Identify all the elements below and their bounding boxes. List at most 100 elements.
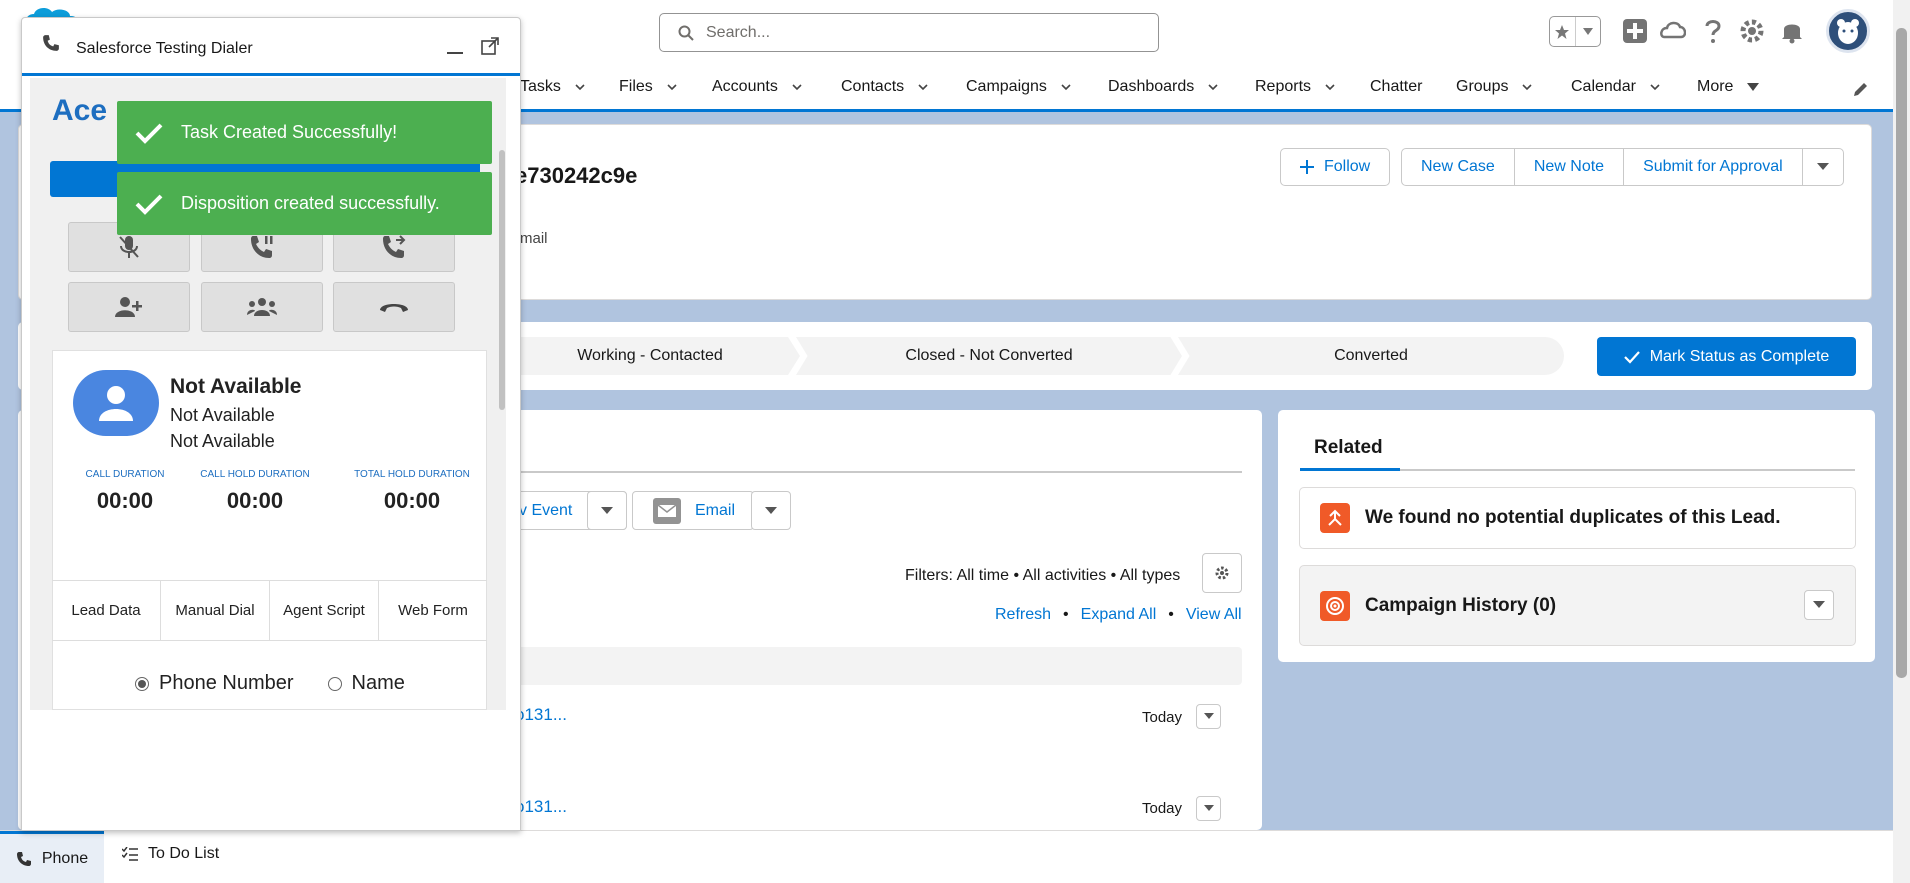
expand-all-link[interactable]: Expand All [1081, 606, 1157, 624]
phone-number-radio[interactable] [135, 676, 149, 691]
star-icon[interactable] [1550, 17, 1576, 46]
nav-label: Files [619, 78, 653, 95]
setup-gear-icon[interactable] [1737, 16, 1767, 46]
separator-dot: • [1168, 606, 1174, 623]
path-step-working[interactable]: Working - Contacted [500, 337, 800, 375]
new-case-button[interactable]: New Case [1401, 148, 1515, 186]
mark-complete-label: Mark Status as Complete [1649, 347, 1830, 365]
caret-down-icon [601, 506, 613, 514]
gear-icon [1215, 566, 1229, 580]
name-radio[interactable] [327, 676, 342, 691]
name-radio-label: Name [351, 672, 405, 694]
utility-phone-label: Phone [41, 849, 89, 867]
nav-item-more[interactable]: More [1697, 78, 1760, 96]
dialer-tabs: Lead Data Manual Dial Agent Script Web F… [52, 580, 487, 641]
nav-label: Accounts [712, 78, 778, 95]
nav-item-contacts[interactable]: Contacts [841, 78, 928, 96]
edit-nav-pencil-icon[interactable] [1852, 80, 1870, 103]
nav-item-groups[interactable]: Groups [1456, 78, 1533, 96]
campaign-target-icon [1320, 590, 1350, 621]
activity-row-link[interactable]: o131... [515, 797, 567, 817]
caret-down-icon [1813, 601, 1825, 608]
event-menu-button[interactable] [587, 491, 627, 530]
nav-item-calendar[interactable]: Calendar [1571, 78, 1660, 96]
activity-row-menu-button[interactable] [1196, 796, 1221, 821]
campaign-history-menu-button[interactable] [1804, 590, 1834, 620]
utility-phone-tab[interactable]: Phone [0, 831, 104, 883]
utility-todo-tab[interactable]: To Do List [122, 845, 219, 863]
duplicate-rule-icon [1320, 503, 1350, 533]
global-search-input[interactable]: Search... [659, 13, 1159, 52]
activity-row-menu-button[interactable] [1196, 704, 1221, 729]
view-all-link[interactable]: View All [1186, 606, 1242, 624]
minimize-icon[interactable] [447, 52, 463, 54]
agent-status: Not Available [170, 375, 302, 398]
toast-disposition-created: Disposition created successfully. [117, 172, 492, 235]
tab-web-form[interactable]: Web Form [379, 581, 487, 640]
nav-item-reports[interactable]: Reports [1255, 78, 1335, 96]
path-step-closed-not-converted[interactable]: Closed - Not Converted [796, 337, 1182, 375]
page-scrollbar-thumb[interactable] [1896, 28, 1907, 678]
chevron-down-icon[interactable] [1208, 82, 1218, 92]
chevron-down-icon[interactable] [1325, 82, 1335, 92]
nav-label: Groups [1456, 78, 1509, 95]
nav-label: Contacts [841, 78, 905, 95]
chevron-down-icon[interactable] [792, 82, 802, 92]
hangup-button[interactable] [333, 282, 455, 332]
tab-related[interactable]: Related [1300, 437, 1400, 459]
agent-substatus: Not Available [170, 431, 275, 451]
utility-bar [0, 830, 1893, 883]
favorites-group[interactable] [1549, 16, 1601, 47]
more-actions-button[interactable] [1801, 148, 1844, 186]
tab-agent-script[interactable]: Agent Script [270, 581, 379, 640]
nav-label: Reports [1255, 78, 1312, 95]
nav-label: More [1697, 78, 1734, 95]
nav-item-chatter[interactable]: Chatter [1370, 78, 1422, 96]
favorites-dropdown-icon[interactable] [1576, 17, 1601, 46]
dialer-scrollbar-thumb[interactable] [499, 150, 505, 410]
refresh-link[interactable]: Refresh [995, 606, 1051, 624]
email-button[interactable]: Email [632, 491, 754, 530]
ace-logo: Ace [52, 94, 108, 127]
chevron-down-icon[interactable] [918, 82, 928, 92]
activity-links: Refresh • Expand All • View All [995, 606, 1242, 624]
new-note-button[interactable]: New Note [1513, 148, 1625, 186]
tab-manual-dial[interactable]: Manual Dial [161, 581, 270, 640]
chevron-down-icon[interactable] [667, 82, 677, 92]
chevron-down-icon[interactable] [1061, 82, 1071, 92]
global-create-icon[interactable] [1620, 16, 1650, 46]
call-duration-label: CALL DURATION [85, 469, 165, 480]
follow-button[interactable]: Follow [1280, 148, 1391, 186]
submit-for-approval-button[interactable]: Submit for Approval [1623, 148, 1803, 186]
user-avatar[interactable] [1826, 9, 1870, 53]
activity-row-link[interactable]: o131... [515, 705, 567, 725]
nav-item-dashboards[interactable]: Dashboards [1108, 78, 1218, 96]
add-participant-button[interactable] [68, 282, 190, 332]
conference-button[interactable] [201, 282, 323, 332]
chevron-down-icon[interactable] [1522, 82, 1533, 92]
group-icon [247, 298, 277, 316]
path-step-converted[interactable]: Converted [1178, 337, 1564, 375]
notifications-bell-icon[interactable] [1777, 16, 1807, 46]
nav-item-files[interactable]: Files [619, 78, 677, 96]
nav-item-tasks[interactable]: Tasks [520, 78, 585, 96]
duplicates-card: We found no potential duplicates of this… [1299, 487, 1856, 549]
help-icon[interactable] [1698, 16, 1728, 46]
chevron-down-icon[interactable] [575, 82, 585, 92]
phone-number-radio-label: Phone Number [159, 672, 294, 694]
campaign-history-title[interactable]: Campaign History (0) [1365, 595, 1556, 617]
checklist-icon [122, 847, 138, 861]
tab-lead-data[interactable]: Lead Data [52, 581, 161, 640]
mark-status-complete-button[interactable]: Mark Status as Complete [1597, 337, 1856, 376]
popout-icon[interactable] [481, 37, 499, 60]
activity-settings-button[interactable] [1202, 553, 1242, 593]
email-menu-button[interactable] [751, 491, 791, 530]
plus-icon [1300, 160, 1314, 174]
nav-item-accounts[interactable]: Accounts [712, 78, 802, 96]
chevron-down-icon[interactable] [1650, 82, 1660, 92]
trailhead-icon[interactable] [1658, 16, 1688, 46]
phone-icon [42, 34, 60, 57]
caret-down-icon[interactable] [1747, 82, 1760, 92]
nav-item-campaigns[interactable]: Campaigns [966, 78, 1071, 96]
caret-down-icon [1203, 713, 1214, 719]
